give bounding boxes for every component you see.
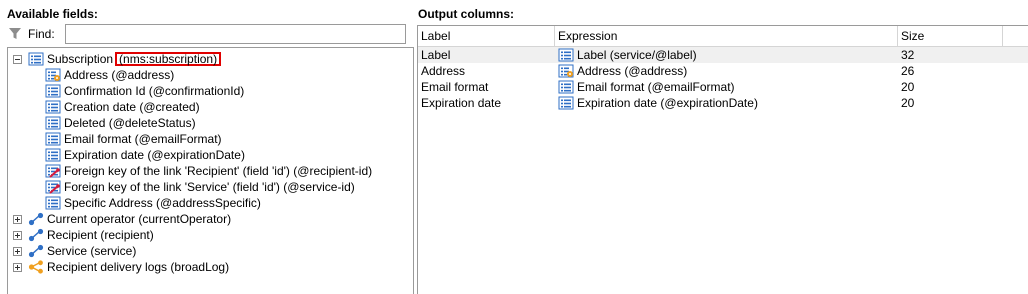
list-icon: [45, 196, 61, 210]
list-icon: [45, 116, 61, 130]
find-input[interactable]: [65, 24, 406, 44]
available-fields-tree[interactable]: Subscription (nms:subscription) Address (@…: [7, 47, 414, 294]
cell-size: 20: [901, 80, 915, 94]
tree-node-label: Email format (@emailFormat): [64, 132, 222, 146]
tree-node[interactable]: Confirmation Id (@confirmationId): [45, 83, 244, 99]
table-row[interactable]: Label Label (service/@label) 32: [418, 47, 1028, 63]
tree-node[interactable]: Recipient (recipient): [13, 227, 154, 243]
list-icon: [45, 148, 61, 162]
cell-expression-text: Address (@address): [577, 64, 688, 78]
list-gear-icon: [558, 64, 574, 78]
tree-node-label: Recipient delivery logs (broadLog): [47, 260, 230, 274]
list-icon: [558, 96, 574, 110]
tree-node-label: Address (@address): [64, 68, 175, 82]
tree-node[interactable]: Foreign key of the link 'Recipient' (fie…: [45, 163, 372, 179]
table-row[interactable]: Expiration date Expiration date (@expirat…: [418, 95, 1028, 111]
cell-size: 20: [901, 96, 915, 110]
schema-name-badge: (nms:subscription): [115, 52, 222, 66]
tree-node-label: Creation date (@created): [64, 100, 200, 114]
tree-node[interactable]: Foreign key of the link 'Service' (field…: [45, 179, 355, 195]
link-icon: [28, 244, 44, 258]
cell-expression-text: Expiration date (@expirationDate): [577, 96, 758, 110]
tree-node[interactable]: Creation date (@created): [45, 99, 200, 115]
cell-label: Label: [421, 48, 451, 62]
find-label: Find:: [28, 27, 55, 41]
filter-icon: [9, 28, 21, 39]
tree-node-label: Specific Address (@addressSpecific): [64, 196, 261, 210]
tree-node[interactable]: Service (service): [13, 243, 136, 259]
cell-label: Expiration date: [421, 96, 502, 110]
grid-header: Label Expression Size: [418, 26, 1028, 47]
output-columns-grid[interactable]: Label Expression Size Label Label (servic…: [417, 25, 1028, 294]
expand-icon[interactable]: [13, 214, 22, 224]
list-icon: [45, 84, 61, 98]
column-header-label[interactable]: Label: [418, 26, 555, 46]
column-header-expression[interactable]: Expression: [555, 26, 898, 46]
cell-expression: Email format (@emailFormat): [555, 79, 898, 95]
column-header-size[interactable]: Size: [898, 26, 1003, 46]
tree-node[interactable]: Deleted (@deleteStatus): [45, 115, 196, 131]
cell-label: Address: [421, 64, 466, 78]
output-columns-title: Output columns:: [418, 7, 514, 21]
tree-node-label: Confirmation Id (@confirmationId): [64, 84, 245, 98]
list-gear-icon: [45, 68, 61, 82]
tree-node[interactable]: Recipient delivery logs (broadLog): [13, 259, 229, 275]
tree-node[interactable]: Current operator (currentOperator): [13, 211, 231, 227]
tree-node-label: Recipient (recipient): [47, 228, 154, 242]
cell-size: 32: [901, 48, 915, 62]
tree-node[interactable]: Email format (@emailFormat): [45, 131, 222, 147]
cell-expression: Label (service/@label): [555, 47, 898, 63]
tree-node[interactable]: Specific Address (@addressSpecific): [45, 195, 261, 211]
cell-expression-text: Email format (@emailFormat): [577, 80, 735, 94]
list-icon: [45, 132, 61, 146]
table-row[interactable]: Address Address (@address) 26: [418, 63, 1028, 79]
tree-node-label: Expiration date (@expirationDate): [64, 148, 245, 162]
available-fields-title: Available fields:: [7, 7, 98, 21]
tree-node-label: Service (service): [47, 244, 137, 258]
table-list-icon: [28, 52, 44, 66]
cell-expression: Expiration date (@expirationDate): [555, 95, 898, 111]
tree-node-label: Deleted (@deleteStatus): [64, 116, 196, 130]
cell-size: 26: [901, 64, 915, 78]
list-icon: [558, 48, 574, 62]
tree-node[interactable]: Expiration date (@expirationDate): [45, 147, 245, 163]
list-icon: [45, 100, 61, 114]
cell-expression-text: Label (service/@label): [577, 48, 697, 62]
expand-icon[interactable]: [13, 230, 22, 240]
tree-node[interactable]: Address (@address): [45, 67, 174, 83]
tree-node-label: Foreign key of the link 'Service' (field…: [64, 180, 355, 194]
tree-node[interactable]: Subscription (nms:subscription): [13, 51, 222, 67]
tree-node-label: Subscription: [47, 52, 114, 66]
table-row[interactable]: Email format Email format (@emailFormat) 2…: [418, 79, 1028, 95]
foreign-key-icon: [45, 164, 61, 178]
cell-label: Email format: [421, 80, 489, 94]
list-icon: [558, 80, 574, 94]
expand-icon[interactable]: [13, 262, 22, 272]
foreign-key-icon: [45, 180, 61, 194]
expand-icon[interactable]: [13, 246, 22, 256]
link-icon: [28, 212, 44, 226]
link-icon: [28, 228, 44, 242]
find-row: Find:: [8, 24, 61, 44]
tree-node-label: Current operator (currentOperator): [47, 212, 232, 226]
cell-expression: Address (@address): [555, 63, 898, 79]
collapse-icon[interactable]: [13, 54, 22, 64]
tree-node-label: Foreign key of the link 'Recipient' (fie…: [64, 164, 373, 178]
collection-link-icon: [28, 260, 43, 274]
